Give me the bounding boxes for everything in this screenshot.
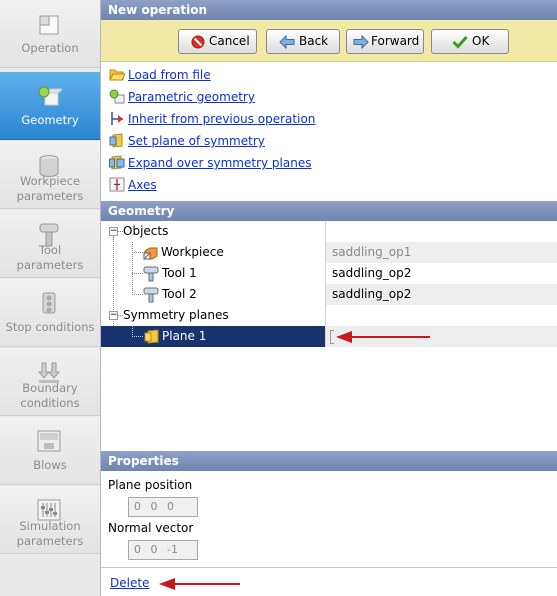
normal-vector-label: Normal vector bbox=[108, 521, 194, 535]
sidebar-item-label: parameters bbox=[16, 189, 84, 203]
tree-value-tool-1[interactable]: saddling_op2 bbox=[325, 263, 557, 284]
tree-value-symmetry-planes bbox=[325, 305, 557, 326]
tree-label-tool-1: Tool 1 bbox=[162, 266, 197, 280]
tool-icon bbox=[143, 266, 159, 282]
sidebar-item-label: Operation bbox=[21, 41, 79, 55]
sidebar-item-stop-conditions[interactable]: Stop conditions bbox=[0, 279, 100, 347]
tree-label-tool-2: Tool 2 bbox=[162, 287, 197, 301]
set-plane-of-symmetry-link[interactable]: Set plane of symmetry bbox=[128, 131, 265, 151]
cancel-label: Cancel bbox=[209, 34, 250, 48]
main-panel: New operation Cancel Back Forward OK Loa… bbox=[101, 0, 557, 596]
tree-row-objects[interactable]: − Objects bbox=[101, 221, 557, 242]
geometry-tree: − Objects Workpiece saddling_op1 Tool 1 … bbox=[101, 221, 557, 451]
sidebar-item-tool-parameters[interactable]: Tool parameters bbox=[0, 210, 100, 278]
sidebar-item-geometry[interactable]: Geometry bbox=[0, 72, 100, 140]
forward-button[interactable]: Forward bbox=[346, 29, 424, 54]
checkmark-icon bbox=[452, 35, 468, 49]
sidebar-item-label: Boundary bbox=[22, 381, 78, 395]
sidebar-item-operation[interactable]: Operation bbox=[0, 0, 100, 68]
toolbar: Cancel Back Forward OK bbox=[101, 20, 557, 62]
parametric-geometry-link[interactable]: Parametric geometry bbox=[128, 87, 255, 107]
sidebar-item-blows[interactable]: Blows bbox=[0, 417, 100, 485]
sidebar-item-label: Geometry bbox=[21, 113, 79, 127]
window-title: New operation bbox=[101, 0, 557, 20]
cancel-icon bbox=[191, 35, 205, 49]
delete-link[interactable]: Delete bbox=[110, 576, 149, 590]
sidebar-item-label: Tool bbox=[38, 243, 62, 257]
annotation-arrow-icon bbox=[159, 578, 240, 590]
load-from-file-link[interactable]: Load from file bbox=[128, 65, 211, 85]
inherit-icon bbox=[111, 112, 123, 125]
annotation-arrow-icon bbox=[336, 331, 430, 343]
symmetry-plane-icon bbox=[109, 133, 123, 148]
tree-label-plane-1: Plane 1 bbox=[162, 329, 207, 343]
plane-position-field[interactable]: 0 0 0 bbox=[128, 497, 198, 517]
expand-over-symmetry-planes-link[interactable]: Expand over symmetry planes bbox=[128, 153, 311, 173]
sidebar-item-label: Blows bbox=[33, 458, 67, 472]
arrow-right-icon bbox=[353, 35, 369, 49]
sidebar-item-label: Stop conditions bbox=[5, 320, 95, 334]
operation-icon bbox=[39, 15, 59, 35]
collapse-icon[interactable]: − bbox=[109, 311, 118, 320]
tool-icon bbox=[143, 287, 159, 303]
tree-value-workpiece[interactable]: saddling_op1 bbox=[325, 242, 557, 263]
tree-value-objects bbox=[325, 221, 557, 242]
arrow-left-icon bbox=[279, 35, 295, 49]
sidebar: Operation Geometry Workpiece parameters T… bbox=[0, 0, 101, 596]
collapse-icon[interactable]: − bbox=[109, 227, 118, 236]
geometry-icon bbox=[38, 86, 62, 106]
sidebar-item-label: parameters bbox=[16, 534, 84, 548]
geometry-section-title: Geometry bbox=[101, 201, 557, 221]
tree-label-symmetry-planes: Symmetry planes bbox=[123, 308, 229, 322]
tree-value-tool-2[interactable]: saddling_op2 bbox=[325, 284, 557, 305]
parametric-geometry-icon bbox=[109, 89, 125, 104]
divider bbox=[101, 567, 557, 568]
axes-icon bbox=[109, 177, 125, 192]
tree-label-objects: Objects bbox=[123, 224, 169, 238]
sidebar-item-workpiece-parameters[interactable]: Workpiece parameters bbox=[0, 141, 100, 209]
tree-row-symmetry-planes[interactable]: − Symmetry planes bbox=[101, 305, 557, 326]
expand-symmetry-icon bbox=[109, 155, 125, 170]
sidebar-item-simulation-parameters[interactable]: Simulation parameters bbox=[0, 486, 100, 554]
forward-label: Forward bbox=[371, 34, 420, 48]
ok-button[interactable]: OK bbox=[431, 29, 509, 54]
sidebar-item-label: parameters bbox=[16, 258, 84, 272]
folder-open-icon bbox=[109, 69, 125, 81]
stop-conditions-icon bbox=[42, 292, 56, 314]
back-label: Back bbox=[299, 34, 329, 48]
plane-position-label: Plane position bbox=[108, 478, 193, 492]
plane-icon bbox=[144, 329, 159, 344]
back-button[interactable]: Back bbox=[266, 29, 340, 54]
axes-link[interactable]: Axes bbox=[128, 175, 157, 195]
normal-vector-field[interactable]: 0 0 -1 bbox=[128, 540, 198, 560]
sidebar-item-label: conditions bbox=[20, 396, 80, 410]
inherit-from-previous-link[interactable]: Inherit from previous operation bbox=[128, 109, 315, 129]
tree-row-workpiece[interactable]: Workpiece saddling_op1 bbox=[101, 242, 557, 263]
sidebar-item-label: Workpiece bbox=[19, 174, 81, 188]
blows-icon bbox=[37, 430, 61, 452]
sidebar-item-label: Simulation bbox=[19, 519, 81, 533]
tree-label-workpiece: Workpiece bbox=[161, 245, 224, 259]
tree-row-plane-1[interactable]: Plane 1 bbox=[101, 326, 557, 347]
tree-row-tool-2[interactable]: Tool 2 saddling_op2 bbox=[101, 284, 557, 305]
cancel-button[interactable]: Cancel bbox=[178, 29, 257, 54]
workpiece-icon bbox=[143, 247, 158, 260]
sidebar-item-boundary-conditions[interactable]: Boundary conditions bbox=[0, 348, 100, 416]
properties-section-title: Properties bbox=[101, 451, 557, 471]
ok-label: OK bbox=[472, 34, 490, 48]
tree-row-tool-1[interactable]: Tool 1 saddling_op2 bbox=[101, 263, 557, 284]
